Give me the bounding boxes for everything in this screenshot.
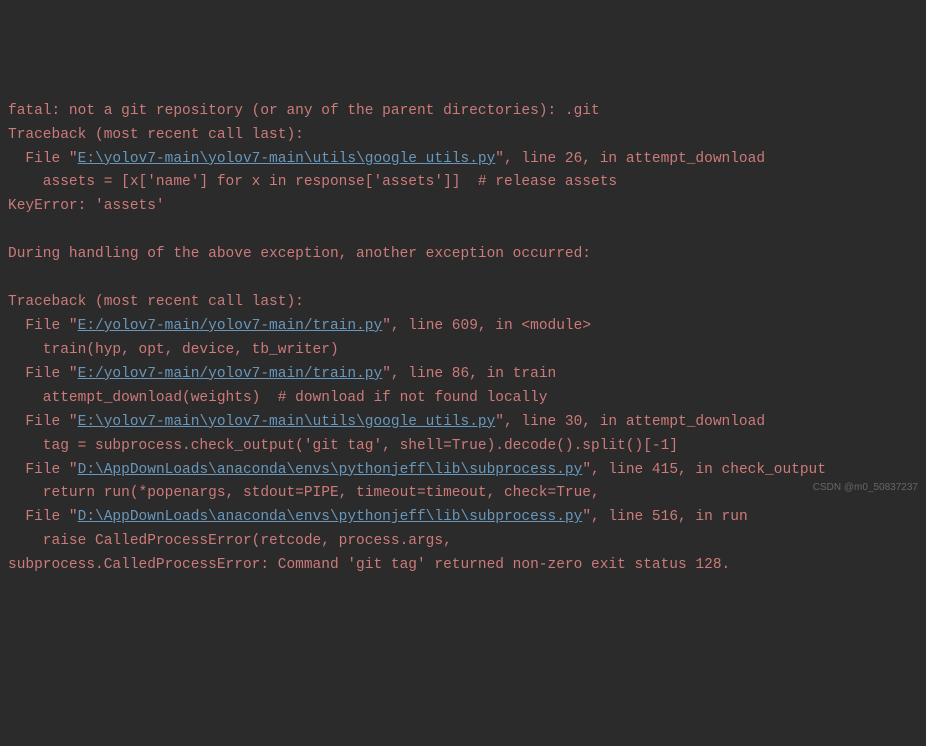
file-link[interactable]: D:\AppDownLoads\anaconda\envs\pythonjeff… — [78, 462, 583, 478]
console-text: fatal: not a git repository (or any of t… — [8, 103, 600, 119]
console-text: KeyError: 'assets' — [8, 198, 165, 214]
console-line: tag = subprocess.check_output('git tag',… — [8, 435, 918, 459]
console-text: File " — [8, 151, 78, 167]
console-line: File "E:/yolov7-main/yolov7-main/train.p… — [8, 363, 918, 387]
console-line: train(hyp, opt, device, tb_writer) — [8, 339, 918, 363]
console-text: File " — [8, 366, 78, 382]
console-text: ", line 516, in run — [582, 509, 747, 525]
console-text: Traceback (most recent call last): — [8, 294, 304, 310]
console-line: During handling of the above exception, … — [8, 243, 918, 267]
console-text: ", line 26, in attempt_download — [495, 151, 765, 167]
console-text: assets = [x['name'] for x in response['a… — [8, 174, 617, 190]
console-text — [8, 222, 17, 238]
console-text — [8, 270, 17, 286]
console-line: assets = [x['name'] for x in response['a… — [8, 171, 918, 195]
console-text: ", line 415, in check_output — [582, 462, 826, 478]
console-line: Traceback (most recent call last): — [8, 124, 918, 148]
console-line: return run(*popenargs, stdout=PIPE, time… — [8, 482, 918, 506]
terminal-output: fatal: not a git repository (or any of t… — [8, 100, 918, 578]
console-text: ", line 86, in train — [382, 366, 556, 382]
console-text: File " — [8, 462, 78, 478]
file-link[interactable]: E:/yolov7-main/yolov7-main/train.py — [78, 318, 383, 334]
console-line: Traceback (most recent call last): — [8, 291, 918, 315]
console-text: attempt_download(weights) # download if … — [8, 390, 548, 406]
console-text: return run(*popenargs, stdout=PIPE, time… — [8, 485, 600, 501]
console-line: attempt_download(weights) # download if … — [8, 387, 918, 411]
console-text: File " — [8, 414, 78, 430]
console-text: Traceback (most recent call last): — [8, 127, 304, 143]
console-text: subprocess.CalledProcessError: Command '… — [8, 557, 730, 573]
console-line: raise CalledProcessError(retcode, proces… — [8, 530, 918, 554]
console-line: File "E:/yolov7-main/yolov7-main/train.p… — [8, 315, 918, 339]
console-text: File " — [8, 318, 78, 334]
console-line: KeyError: 'assets' — [8, 195, 918, 219]
console-text: ", line 30, in attempt_download — [495, 414, 765, 430]
console-line: File "E:\yolov7-main\yolov7-main\utils\g… — [8, 411, 918, 435]
console-text: File " — [8, 509, 78, 525]
console-text: tag = subprocess.check_output('git tag',… — [8, 438, 678, 454]
console-line: File "D:\AppDownLoads\anaconda\envs\pyth… — [8, 459, 918, 483]
console-text: train(hyp, opt, device, tb_writer) — [8, 342, 339, 358]
watermark-label: CSDN @m0_50837237 — [813, 480, 918, 497]
console-text: raise CalledProcessError(retcode, proces… — [8, 533, 452, 549]
console-line: File "E:\yolov7-main\yolov7-main\utils\g… — [8, 148, 918, 172]
console-line — [8, 219, 918, 243]
file-link[interactable]: E:\yolov7-main\yolov7-main\utils\google_… — [78, 151, 496, 167]
console-line: fatal: not a git repository (or any of t… — [8, 100, 918, 124]
file-link[interactable]: E:/yolov7-main/yolov7-main/train.py — [78, 366, 383, 382]
console-text: ", line 609, in <module> — [382, 318, 591, 334]
console-text: During handling of the above exception, … — [8, 246, 591, 262]
console-line: subprocess.CalledProcessError: Command '… — [8, 554, 918, 578]
console-line — [8, 267, 918, 291]
console-line: File "D:\AppDownLoads\anaconda\envs\pyth… — [8, 506, 918, 530]
file-link[interactable]: E:\yolov7-main\yolov7-main\utils\google_… — [78, 414, 496, 430]
file-link[interactable]: D:\AppDownLoads\anaconda\envs\pythonjeff… — [78, 509, 583, 525]
